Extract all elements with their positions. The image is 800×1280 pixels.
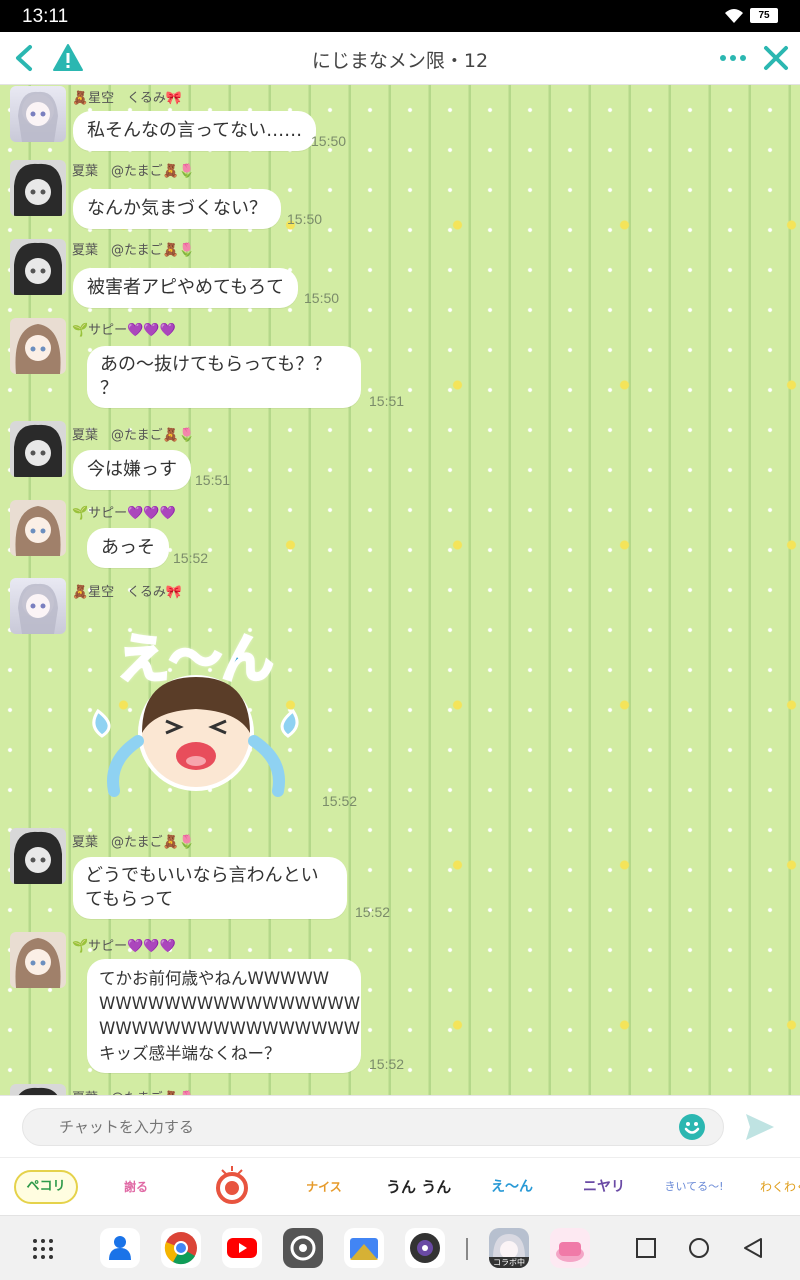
sender-name: 夏葉 @たまご🧸🌷 (72, 164, 195, 179)
sender-name: 🧸星空 くるみ🎀 (72, 585, 183, 600)
avatar[interactable] (10, 932, 66, 988)
message-bubble[interactable]: どうでもいいなら言わんとい てもらって (73, 857, 347, 919)
avatar[interactable] (10, 828, 66, 884)
avatar[interactable] (10, 578, 66, 634)
message-bubble[interactable]: 被害者アピやめてもろて (73, 268, 299, 308)
chat-input[interactable] (22, 1108, 724, 1146)
chat-input-bar (0, 1095, 800, 1157)
message-bubble[interactable]: 今は嫌っす (73, 450, 191, 490)
sender-name: 夏葉 @たまご🧸🌷 (72, 1087, 195, 1095)
message-time: 15:51 (195, 472, 231, 488)
sender-name: 夏葉 @たまご🧸🌷 (72, 243, 195, 258)
home-button-icon[interactable] (688, 1237, 710, 1259)
message-time: 15:50 (304, 290, 340, 306)
message-bubble[interactable]: てかお前何歳やねんWWWWW WWWWWWWWWWWWWWWW WWWWWWWW… (87, 959, 361, 1073)
avatar[interactable] (10, 1084, 66, 1095)
chat-title: にじまなメン限・12 (311, 50, 489, 72)
message-bubble[interactable]: あっそ (87, 528, 169, 568)
wifi-icon (725, 9, 743, 23)
message-bubble[interactable]: 私そんなの言ってない…… (73, 111, 317, 151)
sticker-item[interactable]: え〜ん (480, 1162, 544, 1212)
settings-app-icon[interactable] (283, 1228, 323, 1268)
sender-name: 🌱サピー💜💜💜 (72, 939, 176, 954)
message-time: 15:52 (369, 1056, 405, 1072)
recents-button-icon[interactable] (636, 1238, 656, 1258)
sticker-crying[interactable]: え〜ん (88, 617, 303, 807)
sticker-item[interactable]: ペコリ (14, 1162, 78, 1212)
sticker-palette: ペコリ 謝る ナイス うん うん え〜ん ニヤリ きいてる〜! わくわく (0, 1157, 800, 1215)
app-drawer-icon[interactable] (32, 1238, 54, 1260)
sticker-item[interactable]: うん うん (386, 1162, 451, 1212)
message-line: WWWWWWWWWWWWWWWW (99, 994, 361, 1013)
message-time: 15:52 (173, 550, 209, 566)
close-icon[interactable] (762, 44, 790, 72)
sender-name: 🌱サピー💜💜💜 (72, 323, 176, 338)
avatar[interactable] (10, 239, 66, 295)
sender-name: 🧸星空 くるみ🎀 (72, 91, 183, 106)
message-line: WWWWWWWWWWWWWWWW (99, 1019, 361, 1038)
avatar[interactable] (10, 500, 66, 556)
sender-name: 夏葉 @たまご🧸🌷 (72, 835, 195, 850)
sticker-item[interactable]: 謝る (104, 1162, 168, 1212)
chat-header: にじまなメン限・12 (0, 32, 800, 85)
send-icon[interactable] (744, 1112, 776, 1142)
emoji-icon[interactable] (678, 1113, 706, 1141)
status-bar: 13:11 75 (0, 0, 800, 32)
message-line: てもらって (85, 889, 174, 910)
sticker-item[interactable]: きいてる〜! (662, 1162, 726, 1212)
avatar[interactable] (10, 318, 66, 374)
back-button-icon[interactable] (742, 1237, 764, 1259)
message-bubble[interactable]: なんか気まづくない？ (73, 189, 281, 229)
message-line: あの〜抜けてもらっても？？ (100, 354, 332, 375)
avatar[interactable] (10, 86, 66, 142)
sticker-item[interactable]: ニヤリ (572, 1162, 636, 1212)
camera-app-icon[interactable] (405, 1228, 445, 1268)
chat-message-list[interactable]: 🧸星空 くるみ🎀 私そんなの言ってない…… 15:50 夏葉 @たまご🧸🌷 なん… (0, 85, 800, 1095)
message-time: 15:50 (311, 133, 347, 149)
system-nav-bar: コラボ中 (0, 1215, 800, 1280)
message-time: 15:50 (287, 211, 323, 227)
sticker-label: ペコリ (14, 1170, 78, 1204)
message-bubble[interactable]: あの〜抜けてもらっても？？ ？ (87, 346, 361, 408)
sticker-item[interactable]: わくわく (752, 1162, 800, 1212)
youtube-app-icon[interactable] (222, 1228, 262, 1268)
avatar[interactable] (10, 421, 66, 477)
recent-app-icon[interactable]: コラボ中 (489, 1228, 529, 1268)
sender-name: 夏葉 @たまご🧸🌷 (72, 428, 195, 443)
message-line: てかお前何歳やねんWWWWW (99, 969, 330, 988)
message-line: ？ (100, 378, 118, 399)
sticker-item[interactable] (200, 1162, 264, 1212)
chrome-app-icon[interactable] (161, 1228, 201, 1268)
message-line: キッズ感半端なくねー？ (99, 1044, 281, 1063)
sender-name: 🌱サピー💜💜💜 (72, 506, 176, 521)
recent-app-icon[interactable] (550, 1228, 590, 1268)
dock-divider (466, 1238, 468, 1260)
message-time: 15:51 (369, 393, 405, 409)
message-time: 15:52 (322, 793, 358, 809)
avatar[interactable] (10, 160, 66, 216)
message-time: 15:52 (355, 904, 391, 920)
more-options-icon[interactable] (718, 46, 748, 70)
collab-badge: コラボ中 (489, 1257, 529, 1268)
message-line: どうでもいいなら言わんとい (85, 865, 319, 886)
contacts-app-icon[interactable] (100, 1228, 140, 1268)
battery-indicator: 75 (750, 8, 778, 23)
status-time: 13:11 (22, 6, 69, 27)
files-app-icon[interactable] (344, 1228, 384, 1268)
sticker-item[interactable]: ナイス (292, 1162, 356, 1212)
